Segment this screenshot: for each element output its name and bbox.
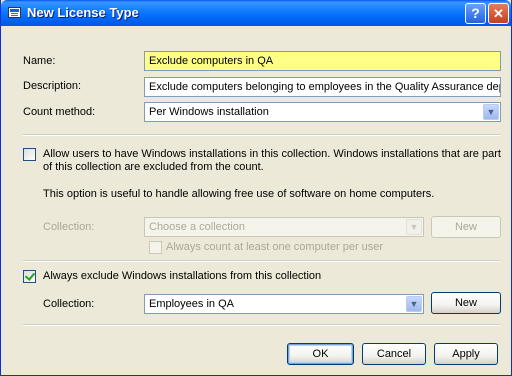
ok-button[interactable]: OK xyxy=(287,343,354,365)
exclude-installations-checkbox[interactable] xyxy=(23,270,36,283)
help-icon: ? xyxy=(471,5,480,21)
allow-collection-placeholder: Choose a collection xyxy=(149,221,246,233)
chevron-down-icon[interactable]: ▼ xyxy=(406,296,422,312)
allow-new-collection-button[interactable]: New xyxy=(431,216,501,238)
title-bar[interactable]: New License Type ? ✕ xyxy=(1,0,511,26)
exclude-collection-label: Collection: xyxy=(43,298,95,310)
allow-info-text: This option is useful to handle allowing… xyxy=(43,188,435,200)
name-label: Name: xyxy=(23,55,56,67)
count-method-value: Per Windows installation xyxy=(149,106,269,118)
chevron-down-icon[interactable]: ▼ xyxy=(483,104,499,120)
close-icon: ✕ xyxy=(493,6,504,21)
allow-installations-checkbox[interactable] xyxy=(23,148,36,161)
description-label: Description: xyxy=(23,80,82,92)
divider xyxy=(23,260,501,262)
min-count-label: Always count at least one computer per u… xyxy=(166,241,384,253)
apply-button[interactable]: Apply xyxy=(434,343,498,365)
description-input[interactable]: Exclude computers belonging to employees… xyxy=(144,77,501,97)
divider xyxy=(23,324,501,326)
help-button[interactable]: ? xyxy=(465,3,486,24)
cancel-button[interactable]: Cancel xyxy=(362,343,426,365)
name-input[interactable]: Exclude computers in QA xyxy=(144,51,501,71)
exclude-collection-value: Employees in QA xyxy=(149,298,234,310)
exclude-new-collection-button[interactable]: New xyxy=(431,292,501,314)
dialog-window: New License Type ? ✕ Name: Exclude compu… xyxy=(0,0,512,376)
allow-installations-label-line1: Allow users to have Windows installation… xyxy=(43,148,501,160)
divider xyxy=(23,134,501,136)
allow-installations-label-line2: of this collection are excluded from the… xyxy=(43,161,264,173)
allow-collection-label: Collection: xyxy=(43,221,95,233)
min-count-checkbox[interactable] xyxy=(149,241,162,254)
allow-collection-select[interactable]: Choose a collection ▼ xyxy=(144,217,424,237)
count-method-select[interactable]: Per Windows installation ▼ xyxy=(144,102,501,122)
chevron-down-icon[interactable]: ▼ xyxy=(406,219,422,235)
exclude-collection-select[interactable]: Employees in QA ▼ xyxy=(144,294,424,314)
window-title: New License Type xyxy=(27,5,139,20)
license-app-icon xyxy=(8,7,21,18)
close-button[interactable]: ✕ xyxy=(488,3,509,24)
count-method-label: Count method: xyxy=(23,106,96,118)
exclude-installations-label: Always exclude Windows installations fro… xyxy=(43,270,322,282)
